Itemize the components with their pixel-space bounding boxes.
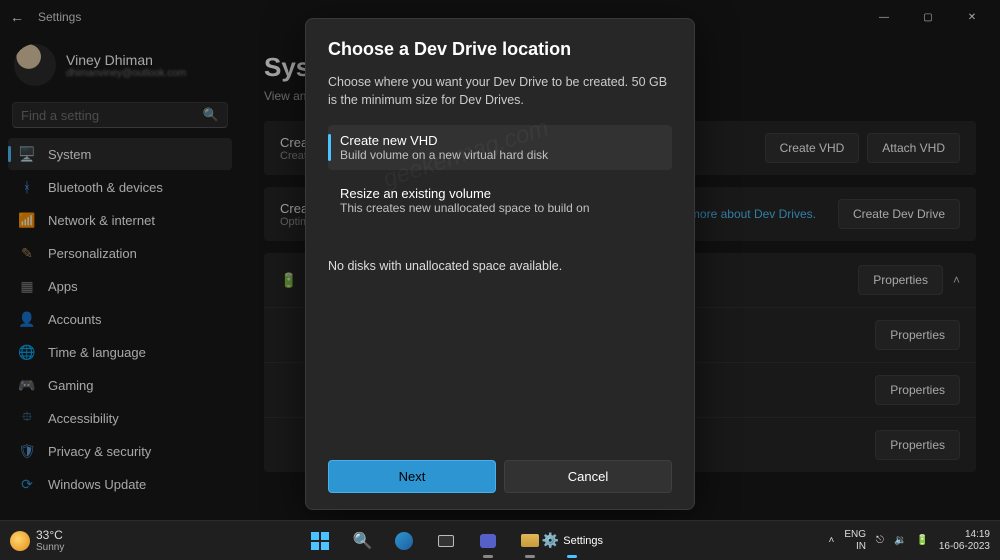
- dev-drive-location-dialog: Choose a Dev Drive location Choose where…: [305, 18, 695, 510]
- gear-icon: ⚙️: [542, 532, 559, 549]
- sun-icon: [10, 531, 30, 551]
- option-title: Create new VHD: [340, 133, 660, 148]
- cancel-button[interactable]: Cancel: [504, 460, 672, 493]
- language-indicator[interactable]: ENG IN: [844, 529, 866, 553]
- speaker-icon[interactable]: 🔉: [894, 535, 906, 546]
- settings-taskbar-label: Settings: [563, 535, 603, 547]
- dialog-intro: Choose where you want your Dev Drive to …: [328, 74, 672, 109]
- dialog-option-resize-an-existing-volume[interactable]: Resize an existing volumeThis creates ne…: [328, 178, 672, 223]
- dialog-option-create-new-vhd[interactable]: Create new VHDBuild volume on a new virt…: [328, 125, 672, 170]
- dialog-notice: No disks with unallocated space availabl…: [328, 259, 672, 273]
- option-title: Resize an existing volume: [340, 186, 660, 201]
- settings-taskbar-icon[interactable]: ⚙️ Settings: [553, 521, 591, 560]
- copilot-icon[interactable]: [385, 521, 423, 560]
- dialog-title: Choose a Dev Drive location: [328, 39, 672, 60]
- clock[interactable]: 14:19 16-06-2023: [939, 529, 990, 553]
- next-button[interactable]: Next: [328, 460, 496, 493]
- network-icon[interactable]: ⎋: [876, 535, 884, 546]
- taskbar-search-icon[interactable]: 🔍: [343, 521, 381, 560]
- battery-icon[interactable]: 🔋: [916, 535, 928, 546]
- tray-chevron-up-icon[interactable]: ˄: [829, 535, 835, 546]
- weather-widget[interactable]: 33°C Sunny: [0, 528, 74, 553]
- option-subtitle: This creates new unallocated space to bu…: [340, 201, 660, 215]
- chat-icon[interactable]: [469, 521, 507, 560]
- weather-temp: 33°C: [36, 528, 64, 542]
- option-subtitle: Build volume on a new virtual hard disk: [340, 148, 660, 162]
- taskbar: 33°C Sunny 🔍 ⚙️ Settings ˄ ENG IN ⎋ 🔉 🔋 …: [0, 520, 1000, 560]
- start-icon[interactable]: [301, 521, 339, 560]
- taskview-icon[interactable]: [427, 521, 465, 560]
- weather-cond: Sunny: [36, 542, 64, 553]
